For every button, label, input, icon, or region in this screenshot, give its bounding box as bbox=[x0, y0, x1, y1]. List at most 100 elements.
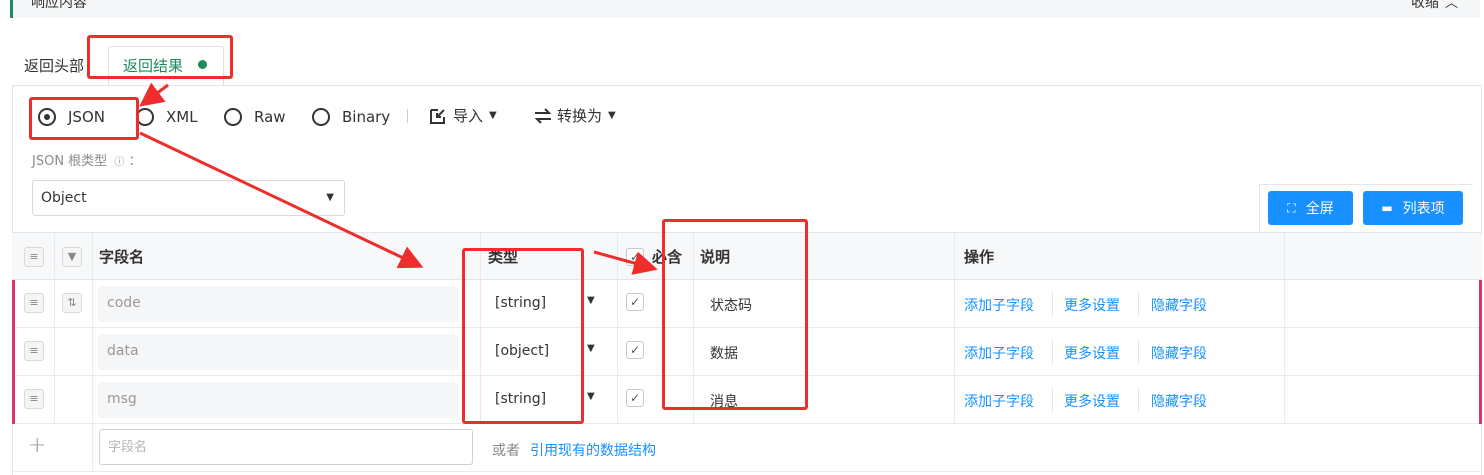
drag-handle-icon[interactable]: ≡ bbox=[24, 341, 44, 361]
more-settings-link[interactable]: 更多设置 bbox=[1064, 391, 1120, 411]
col-divider bbox=[1284, 328, 1285, 376]
fullscreen-icon: ⛶ bbox=[1287, 200, 1296, 215]
import-dropdown[interactable]: 导入 ▼ bbox=[429, 105, 497, 126]
row-marker bbox=[12, 376, 15, 424]
table-header: ≡ ▼ 字段名 类型 ✓ 必含 说明 操作 bbox=[12, 232, 1482, 281]
convert-label: 转换为 bbox=[557, 107, 603, 125]
col-divider bbox=[1284, 233, 1285, 281]
add-child-field-link[interactable]: 添加子字段 bbox=[964, 295, 1034, 315]
table-row: ≡ ⇅ code [string] ▼ ✓ 状态码 添加子字段 更多设置 隐藏字… bbox=[12, 280, 1482, 328]
col-divider bbox=[480, 328, 481, 376]
menu-icon[interactable]: ≡ bbox=[24, 247, 44, 267]
action-divider bbox=[1138, 388, 1139, 412]
field-description[interactable]: 数据 bbox=[710, 343, 738, 363]
field-description[interactable]: 消息 bbox=[710, 391, 738, 411]
radio-raw-label: Raw bbox=[254, 108, 286, 126]
radio-xml-label: XML bbox=[166, 108, 198, 126]
radio-unchecked-icon bbox=[312, 108, 330, 126]
col-divider bbox=[54, 280, 55, 328]
chevron-down-icon: ▼ bbox=[587, 391, 595, 402]
radio-binary-label: Binary bbox=[342, 108, 391, 126]
chevron-down-icon: ▼ bbox=[608, 110, 616, 121]
field-name-input[interactable]: code bbox=[98, 286, 458, 322]
field-name-input[interactable]: msg bbox=[98, 382, 458, 418]
col-divider bbox=[54, 233, 55, 281]
field-name-value: code bbox=[107, 295, 141, 311]
drag-handle-icon[interactable]: ≡ bbox=[24, 389, 44, 409]
columns-button[interactable]: ▬ 列表项 bbox=[1363, 191, 1463, 225]
root-type-label-text: JSON 根类型 bbox=[32, 154, 108, 169]
field-name-value: msg bbox=[107, 391, 137, 407]
required-checkbox[interactable]: ✓ bbox=[626, 293, 644, 311]
fullscreen-button[interactable]: ⛶ 全屏 bbox=[1268, 191, 1353, 225]
plus-icon[interactable]: + bbox=[28, 433, 46, 458]
collapse-toggle[interactable]: 收缩 ︿ bbox=[1411, 0, 1458, 12]
field-type-select[interactable]: [string] bbox=[495, 295, 546, 311]
col-divider bbox=[480, 280, 481, 328]
radio-json[interactable]: JSON bbox=[38, 105, 105, 129]
tab-response-headers[interactable]: 返回头部 bbox=[24, 55, 84, 76]
chevron-up-icon: ︿ bbox=[1444, 0, 1458, 11]
select-all-required-checkbox[interactable]: ✓ bbox=[626, 248, 644, 266]
section-title: 响应内容 bbox=[31, 0, 87, 11]
reference-data-structure-link[interactable]: 引用现有的数据结构 bbox=[530, 440, 656, 460]
convert-dropdown[interactable]: 转换为 ▼ bbox=[533, 105, 616, 126]
header-field-name: 字段名 bbox=[99, 248, 145, 266]
required-checkbox[interactable]: ✓ bbox=[626, 389, 644, 407]
col-divider bbox=[954, 328, 955, 376]
col-divider bbox=[617, 280, 618, 328]
col-divider bbox=[693, 280, 694, 328]
action-divider bbox=[1138, 292, 1139, 316]
action-divider bbox=[1138, 340, 1139, 364]
radio-binary[interactable]: Binary bbox=[312, 105, 390, 129]
new-field-name-input[interactable] bbox=[99, 429, 473, 465]
add-field-row: + 或者 引用现有的数据结构 bbox=[12, 424, 1482, 472]
field-type-select[interactable]: [object] bbox=[495, 343, 549, 359]
info-icon: ⓘ bbox=[114, 157, 125, 168]
add-child-field-link[interactable]: 添加子字段 bbox=[964, 391, 1034, 411]
col-divider bbox=[954, 280, 955, 328]
more-settings-link[interactable]: 更多设置 bbox=[1064, 295, 1120, 315]
row-marker bbox=[1479, 376, 1482, 424]
hide-field-link[interactable]: 隐藏字段 bbox=[1151, 343, 1207, 363]
collapse-label: 收缩 bbox=[1410, 0, 1439, 11]
action-divider bbox=[1052, 388, 1053, 412]
col-divider bbox=[92, 376, 93, 424]
or-text: 或者 bbox=[492, 443, 520, 459]
col-divider bbox=[693, 328, 694, 376]
hide-field-link[interactable]: 隐藏字段 bbox=[1151, 295, 1207, 315]
root-type-value: Object bbox=[41, 190, 87, 206]
tab-response-body[interactable]: 返回结果 bbox=[108, 46, 224, 86]
field-name-input[interactable]: data bbox=[98, 334, 458, 370]
sort-icon[interactable]: ⇅ bbox=[62, 293, 82, 313]
col-divider bbox=[54, 328, 55, 376]
radio-raw[interactable]: Raw bbox=[224, 105, 286, 129]
action-divider bbox=[1052, 340, 1053, 364]
hide-field-link[interactable]: 隐藏字段 bbox=[1151, 391, 1207, 411]
response-section-header: 响应内容 收缩 ︿ bbox=[10, 0, 1480, 18]
row-marker bbox=[12, 280, 15, 328]
required-checkbox[interactable]: ✓ bbox=[626, 341, 644, 359]
root-type-select[interactable]: Object ▼ bbox=[32, 180, 345, 216]
add-child-field-link[interactable]: 添加子字段 bbox=[964, 343, 1034, 363]
table-row: ≡ data [object] ▼ ✓ 数据 添加子字段 更多设置 隐藏字段 bbox=[12, 328, 1482, 376]
radio-checked-icon bbox=[38, 108, 56, 126]
chevron-down-icon: ▼ bbox=[326, 192, 334, 203]
more-settings-link[interactable]: 更多设置 bbox=[1064, 343, 1120, 363]
drag-handle-icon[interactable]: ≡ bbox=[24, 293, 44, 313]
field-description[interactable]: 状态码 bbox=[710, 295, 752, 315]
tab-response-body-label: 返回结果 bbox=[123, 57, 184, 75]
expand-all-icon[interactable]: ▼ bbox=[62, 247, 82, 267]
field-name-value: data bbox=[107, 343, 139, 359]
field-type-select[interactable]: [string] bbox=[495, 391, 546, 407]
action-divider bbox=[1052, 292, 1053, 316]
radio-unchecked-icon bbox=[136, 108, 154, 126]
row-marker bbox=[1479, 280, 1482, 328]
chevron-down-icon: ▼ bbox=[489, 110, 497, 121]
table-row: ≡ msg [string] ▼ ✓ 消息 添加子字段 更多设置 隐藏字段 bbox=[12, 376, 1482, 424]
col-divider bbox=[480, 376, 481, 424]
radio-xml[interactable]: XML bbox=[136, 105, 198, 129]
col-divider bbox=[480, 233, 481, 281]
col-divider bbox=[54, 376, 55, 424]
fullscreen-label: 全屏 bbox=[1305, 201, 1334, 217]
